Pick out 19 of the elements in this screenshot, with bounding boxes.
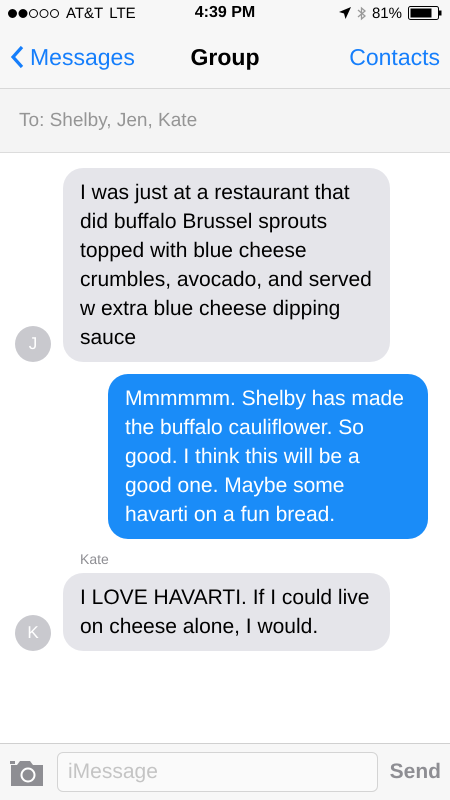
sender-name: Kate: [79, 551, 110, 567]
incoming-message-bubble: I was just at a restaurant that did buffalo Brussel sprouts topped with blue cheese crumbles, avocado, and served w extra blue cheese dipping sauce: [63, 168, 390, 362]
back-chevron-icon: [10, 45, 24, 69]
network-type: LTE: [109, 4, 136, 22]
recipients-field[interactable]: To: Shelby, Jen, Kate: [19, 110, 198, 132]
battery-icon: [408, 6, 442, 20]
carrier-name: AT&T: [66, 4, 104, 22]
location-arrow-icon: [338, 7, 351, 19]
status-time: 4:39 PM: [194, 4, 256, 22]
send-button[interactable]: Send: [390, 760, 441, 784]
outgoing-message-bubble: Mmmmmm. Shelby has made the buffalo cauliflower. So good. I think this will be a good one. Maybe some havarti on a fun bread.: [108, 374, 428, 539]
bluetooth-icon: [356, 6, 366, 20]
incoming-message-bubble: I LOVE HAVARTI. If I could live on cheese alone, I would.: [63, 573, 390, 651]
battery-percentage: 81%: [372, 4, 402, 22]
signal-icon: [8, 8, 60, 18]
back-button[interactable]: Messages: [10, 44, 135, 70]
conversation-title: Group: [190, 44, 260, 70]
camera-icon[interactable]: [9, 758, 45, 786]
contacts-button[interactable]: Contacts: [349, 44, 440, 70]
